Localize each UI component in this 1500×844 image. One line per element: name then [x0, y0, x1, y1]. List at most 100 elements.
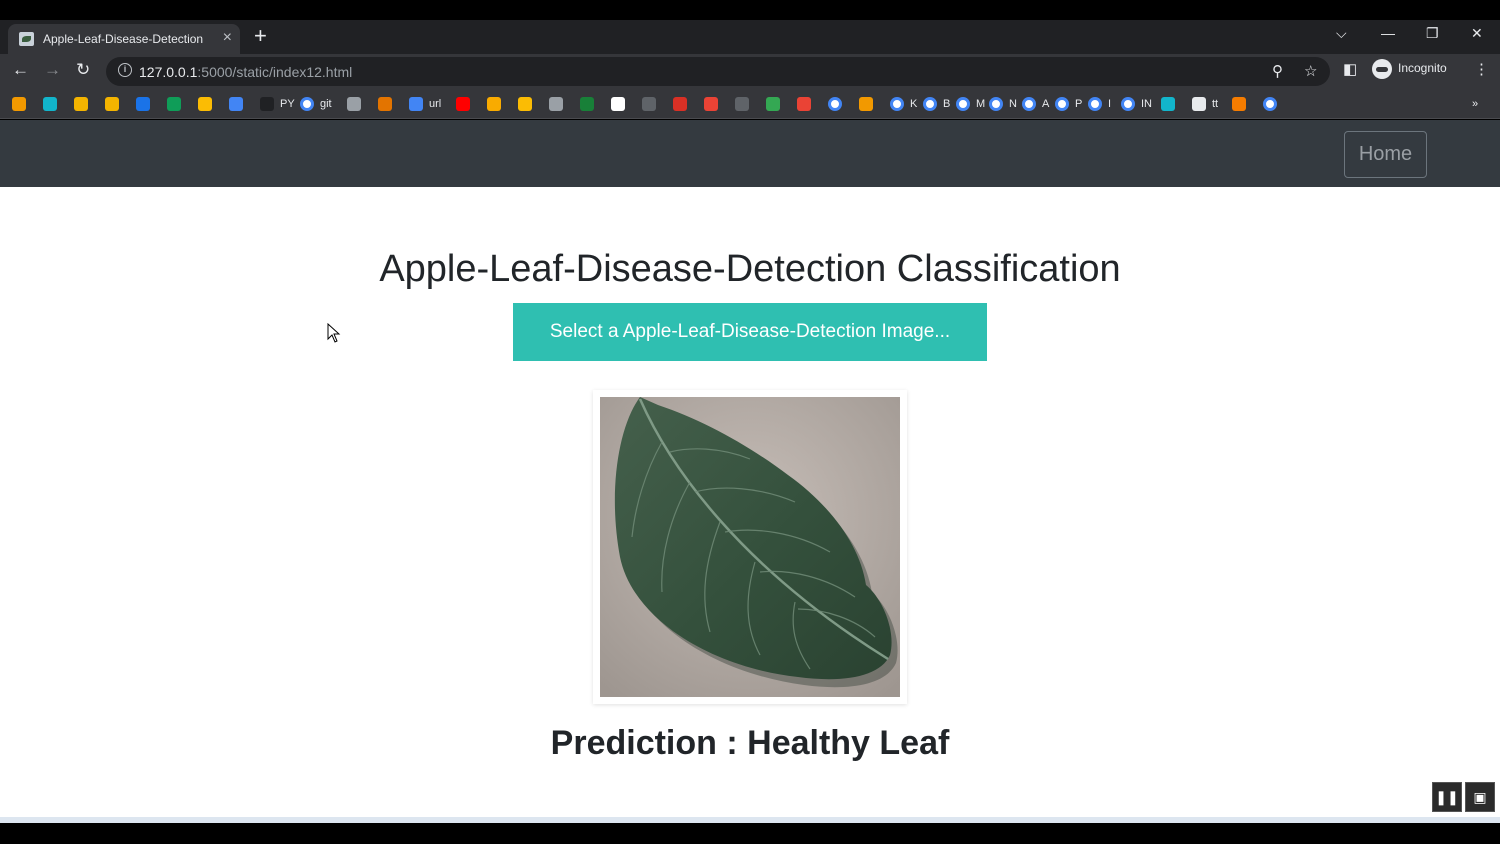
bookmark-favicon-icon [347, 96, 361, 111]
bookmark-item[interactable] [642, 96, 662, 111]
screen: Apple-Leaf-Disease-Detection × + ⌵ — ❐ ✕… [0, 0, 1500, 844]
bookmark-item[interactable]: N [989, 96, 1017, 111]
bookmark-favicon-icon [105, 96, 119, 111]
tab-search-icon[interactable]: ⌵ [1336, 25, 1347, 42]
address-bar[interactable]: i 127.0.0.1:5000/static/index12.html ⚲ ☆ [106, 57, 1330, 86]
bookmark-item[interactable]: git [300, 96, 332, 111]
bookmark-item[interactable] [518, 96, 538, 111]
bookmark-label: A [1042, 97, 1050, 110]
site-info-icon[interactable]: i [118, 63, 132, 77]
bookmark-item[interactable] [704, 96, 724, 111]
bookmark-item[interactable]: A [1022, 96, 1049, 111]
bookmark-label: git [320, 97, 332, 110]
menu-kebab-icon[interactable]: ⋮ [1474, 60, 1489, 80]
bookmark-item[interactable] [167, 96, 187, 111]
mouse-cursor-icon [327, 323, 341, 343]
incognito-profile[interactable]: Incognito [1372, 59, 1447, 79]
bookmark-favicon-icon [12, 96, 26, 111]
bookmark-item[interactable]: PY [260, 96, 295, 111]
bookmark-item[interactable] [43, 96, 63, 111]
home-button[interactable]: Home [1344, 131, 1427, 178]
bookmark-item[interactable] [549, 96, 569, 111]
bookmark-item[interactable] [735, 96, 755, 111]
bookmark-item[interactable] [580, 96, 600, 111]
reload-icon[interactable]: ↻ [76, 60, 90, 80]
bookmark-favicon-icon [1022, 96, 1036, 111]
bookmark-label: P [1075, 97, 1083, 110]
bookmark-item[interactable] [859, 96, 879, 111]
bookmark-item[interactable] [229, 96, 249, 111]
bookmark-item[interactable] [766, 96, 786, 111]
minimize-icon[interactable]: — [1381, 25, 1395, 41]
bookmark-item[interactable]: B [923, 96, 950, 111]
bookmark-favicon-icon [229, 96, 243, 111]
restore-icon[interactable]: ❐ [1426, 25, 1439, 42]
bookmark-item[interactable] [12, 96, 32, 111]
pause-icon[interactable]: ❚❚ [1432, 782, 1462, 812]
bookmark-favicon-icon [378, 96, 392, 111]
bookmark-favicon-icon [611, 96, 625, 111]
bookmark-item[interactable] [74, 96, 94, 111]
bookmark-item[interactable] [797, 96, 817, 111]
bookmark-label: B [943, 97, 951, 110]
bookmark-label: IN [1141, 97, 1152, 110]
bookmark-item[interactable]: url [409, 96, 441, 111]
more-bookmarks-icon[interactable]: » [1472, 96, 1478, 111]
bookmark-favicon-icon [956, 96, 970, 111]
bookmark-favicon-icon [456, 96, 470, 111]
bookmark-item[interactable] [1263, 96, 1283, 111]
url-text[interactable]: 127.0.0.1:5000/static/index12.html [139, 64, 352, 80]
bookmark-favicon-icon [300, 96, 314, 111]
bookmark-item[interactable] [456, 96, 476, 111]
tab-title: Apple-Leaf-Disease-Detection [43, 32, 204, 46]
picture-icon[interactable]: ▣ [1465, 782, 1495, 812]
bookmark-favicon-icon [1263, 96, 1277, 111]
bookmark-item[interactable] [1232, 96, 1252, 111]
tab-close-icon[interactable]: × [223, 30, 232, 46]
bookmark-item[interactable] [1161, 96, 1181, 111]
bookmark-item[interactable] [378, 96, 398, 111]
bookmark-favicon-icon [859, 96, 873, 111]
bookmark-item[interactable]: M [956, 96, 985, 111]
bookmark-label: N [1009, 97, 1017, 110]
bookmark-item[interactable] [828, 96, 848, 111]
incognito-icon [1372, 59, 1392, 79]
bookmark-item[interactable] [487, 96, 507, 111]
new-tab-icon[interactable]: + [254, 25, 267, 47]
bookmarks-bar: PY git url K B M N A P I IN tt » [0, 88, 1500, 119]
uploaded-image-preview [593, 390, 907, 704]
bookmark-item[interactable] [136, 96, 156, 111]
back-icon[interactable]: ← [12, 60, 29, 80]
bookmark-label: M [976, 97, 986, 110]
bookmark-item[interactable] [105, 96, 125, 111]
bookmark-item[interactable] [611, 96, 631, 111]
bookmark-favicon-icon [766, 96, 780, 111]
bookmark-item[interactable]: tt [1192, 96, 1218, 111]
bookmark-item[interactable]: K [890, 96, 917, 111]
bookmark-favicon-icon [828, 96, 842, 111]
bookmark-star-icon[interactable]: ☆ [1304, 62, 1317, 80]
browser-tab[interactable]: Apple-Leaf-Disease-Detection × [8, 24, 240, 54]
select-image-button[interactable]: Select a Apple-Leaf-Disease-Detection Im… [513, 303, 987, 361]
bookmark-item[interactable] [347, 96, 367, 111]
bookmark-item[interactable] [198, 96, 218, 111]
bookmark-favicon-icon [580, 96, 594, 111]
close-window-icon[interactable]: ✕ [1471, 25, 1483, 42]
side-panel-icon[interactable]: ◧ [1343, 60, 1357, 80]
forward-icon[interactable]: → [44, 60, 61, 80]
bookmark-favicon-icon [735, 96, 749, 111]
bookmark-favicon-icon [549, 96, 563, 111]
page-viewport: Home Apple-Leaf-Disease-Detection Classi… [0, 120, 1500, 817]
bookmark-item[interactable] [673, 96, 693, 111]
browser-toolbar: ← → ↻ i 127.0.0.1:5000/static/index12.ht… [0, 54, 1500, 88]
zoom-icon[interactable]: ⚲ [1272, 62, 1283, 80]
bookmark-favicon-icon [797, 96, 811, 111]
page-title: Apple-Leaf-Disease-Detection Classificat… [379, 248, 1121, 290]
bookmark-favicon-icon [1232, 96, 1246, 111]
bookmark-favicon-icon [642, 96, 656, 111]
bookmark-item[interactable]: IN [1121, 96, 1152, 111]
bookmark-favicon-icon [1161, 96, 1175, 111]
tab-strip: Apple-Leaf-Disease-Detection × + ⌵ — ❐ ✕ [0, 20, 1500, 54]
bookmark-item[interactable]: I [1088, 96, 1111, 111]
bookmark-item[interactable]: P [1055, 96, 1082, 111]
